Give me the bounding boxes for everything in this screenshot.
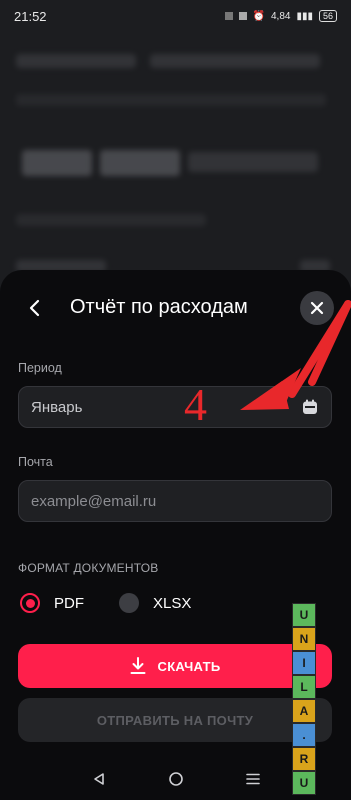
period-field[interactable]: Январь xyxy=(18,386,332,428)
unila-watermark: UNILA.RU xyxy=(292,603,316,795)
radio-pdf[interactable]: PDF xyxy=(20,593,84,613)
calendar-icon[interactable] xyxy=(301,398,319,416)
radio-xlsx-label: XLSX xyxy=(153,594,192,612)
triangle-back-icon xyxy=(93,773,104,785)
status-icons: ⏰ 4,84 ▮▮▮ 56 xyxy=(224,10,337,22)
bg-placeholder xyxy=(100,150,180,176)
bg-placeholder xyxy=(188,152,318,172)
watermark-letter: R xyxy=(292,747,316,771)
watermark-letter: U xyxy=(292,771,316,795)
download-label: СКАЧАТЬ xyxy=(157,658,221,674)
sheet-title: Отчёт по расходам xyxy=(70,296,248,318)
nav-back-button[interactable] xyxy=(87,767,111,791)
battery-icon: 56 xyxy=(318,10,337,22)
bg-placeholder xyxy=(150,54,320,68)
watermark-letter: I xyxy=(292,651,316,675)
period-label: Период xyxy=(18,361,62,375)
nav-home-button[interactable] xyxy=(164,767,188,791)
back-button[interactable] xyxy=(20,292,50,324)
signal-icon: ▮▮▮ xyxy=(296,10,313,22)
email-field[interactable] xyxy=(18,480,332,522)
circle-home-icon xyxy=(168,772,183,786)
status-bar: 21:52 ⏰ 4,84 ▮▮▮ 56 xyxy=(0,0,351,32)
radio-unselected-icon xyxy=(119,593,139,613)
chevron-left-icon xyxy=(29,299,40,317)
radio-xlsx[interactable]: XLSX xyxy=(119,593,191,613)
close-icon xyxy=(310,301,324,315)
sheet-header: Отчёт по расходам xyxy=(0,288,351,328)
bg-placeholder xyxy=(16,94,326,106)
watermark-letter: L xyxy=(292,675,316,699)
bg-placeholder xyxy=(22,150,92,176)
nav-menu-button[interactable] xyxy=(241,767,265,791)
alarm-icon: ⏰ xyxy=(252,10,265,22)
watermark-letter: . xyxy=(292,723,316,747)
bg-placeholder xyxy=(16,214,206,226)
close-button[interactable] xyxy=(300,291,334,325)
format-section-title: ФОРМАТ ДОКУМЕНТОВ xyxy=(18,561,159,575)
email-label: Почта xyxy=(18,455,53,469)
period-value: Январь xyxy=(31,398,83,416)
watermark-letter: U xyxy=(292,603,316,627)
network-speed: 4,84 xyxy=(271,10,291,22)
vpn-icon xyxy=(238,12,247,20)
send-email-label: ОТПРАВИТЬ НА ПОЧТУ xyxy=(96,712,254,728)
radio-pdf-label: PDF xyxy=(54,594,84,612)
menu-icon xyxy=(245,773,260,785)
screen: 21:52 ⏰ 4,84 ▮▮▮ 56 Отчёт по расходам Пе… xyxy=(0,0,351,800)
radio-selected-icon xyxy=(20,593,40,613)
email-input[interactable] xyxy=(31,492,319,510)
watermark-letter: A xyxy=(292,699,316,723)
bg-placeholder xyxy=(16,54,136,68)
download-button[interactable]: СКАЧАТЬ xyxy=(18,644,332,688)
download-icon xyxy=(130,657,145,674)
status-time: 21:52 xyxy=(14,8,47,24)
send-email-button[interactable]: ОТПРАВИТЬ НА ПОЧТУ xyxy=(18,698,332,742)
notification-icon xyxy=(224,12,233,20)
watermark-letter: N xyxy=(292,627,316,651)
